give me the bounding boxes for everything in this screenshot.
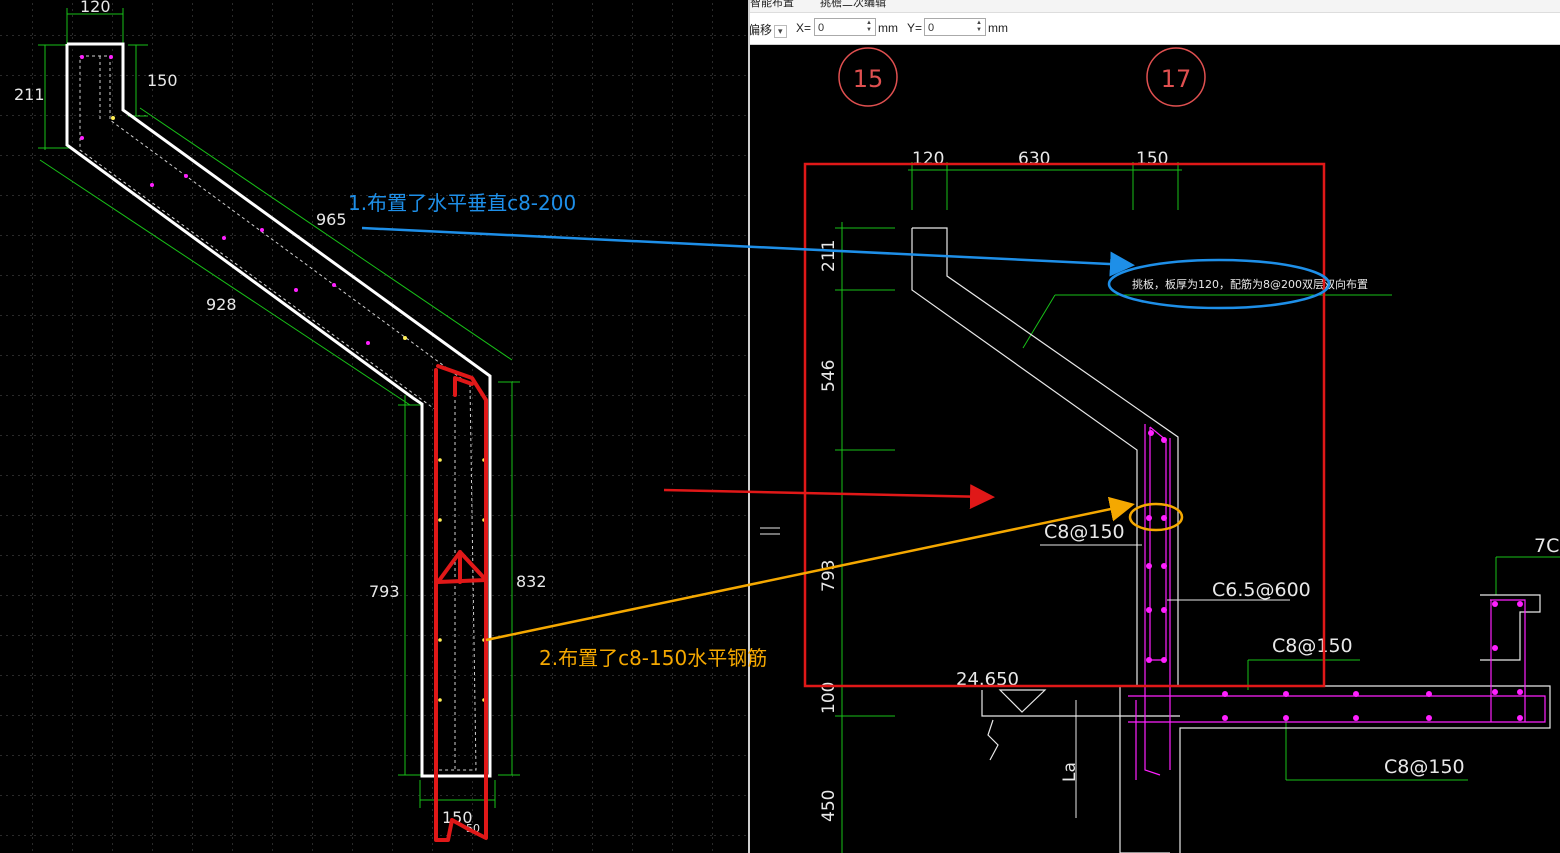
dim-top-630: 630: [1018, 149, 1050, 169]
dim-top-width: 120: [80, 0, 111, 16]
grid-background: [0, 0, 748, 853]
dim-vertical-inner: 793: [369, 582, 400, 601]
dim-left-211: 211: [819, 240, 839, 272]
rebar-magenta: [1128, 424, 1546, 780]
right-dimension-lines: [835, 162, 1560, 853]
rebar-label-c8-150-c: C8@150: [1384, 756, 1465, 778]
right-drawing-canvas[interactable]: 智能布置 挑檐二次编辑 偏移 ▾ X= 0 ▲ ▼ mm Y= 0 ▲ ▼ mm 15 1…: [750, 0, 1560, 853]
axis-15: 15: [853, 65, 884, 93]
highlight-box: [803, 162, 1326, 688]
axis-bubbles: 15 17: [838, 47, 1206, 107]
dim-slope-inner: 928: [206, 295, 237, 314]
axis-17: 17: [1161, 65, 1192, 93]
anchor-label: La: [1060, 762, 1080, 782]
dim-slope-outer: 965: [316, 210, 347, 229]
left-drawing-svg: 120 211 150 965 928 793 832 150 50: [0, 0, 748, 853]
dim-vertical-outer: 832: [516, 572, 547, 591]
slab-callout-text: 挑板，板厚为120，配筋为8@200双层双向布置: [1132, 277, 1368, 291]
dim-left-546: 546: [819, 360, 839, 392]
dim-top-150: 150: [1136, 149, 1168, 169]
rebar-label-c6-600: C6.5@600: [1212, 579, 1311, 601]
rebar-label-7c8: 7C8: [1534, 535, 1560, 557]
highlight-ellipse-orange: [1128, 502, 1184, 532]
rebar-dots: [1146, 430, 1523, 721]
dim-left-450: 450: [819, 790, 839, 822]
rebar-label-c8-150-b: C8@150: [1272, 635, 1353, 657]
dim-step: 150: [147, 71, 178, 90]
dim-left-height: 211: [14, 85, 45, 104]
dim-left-793: 793: [819, 560, 839, 592]
right-drawing-svg: 15 17 120 630 150 211 546 793 100 450 C8…: [760, 47, 1560, 853]
rebar-label-c8-150: C8@150: [1044, 521, 1125, 543]
left-drawing-canvas[interactable]: 120 211 150 965 928 793 832 150 50: [0, 0, 748, 853]
dim-top-120: 120: [912, 149, 944, 169]
